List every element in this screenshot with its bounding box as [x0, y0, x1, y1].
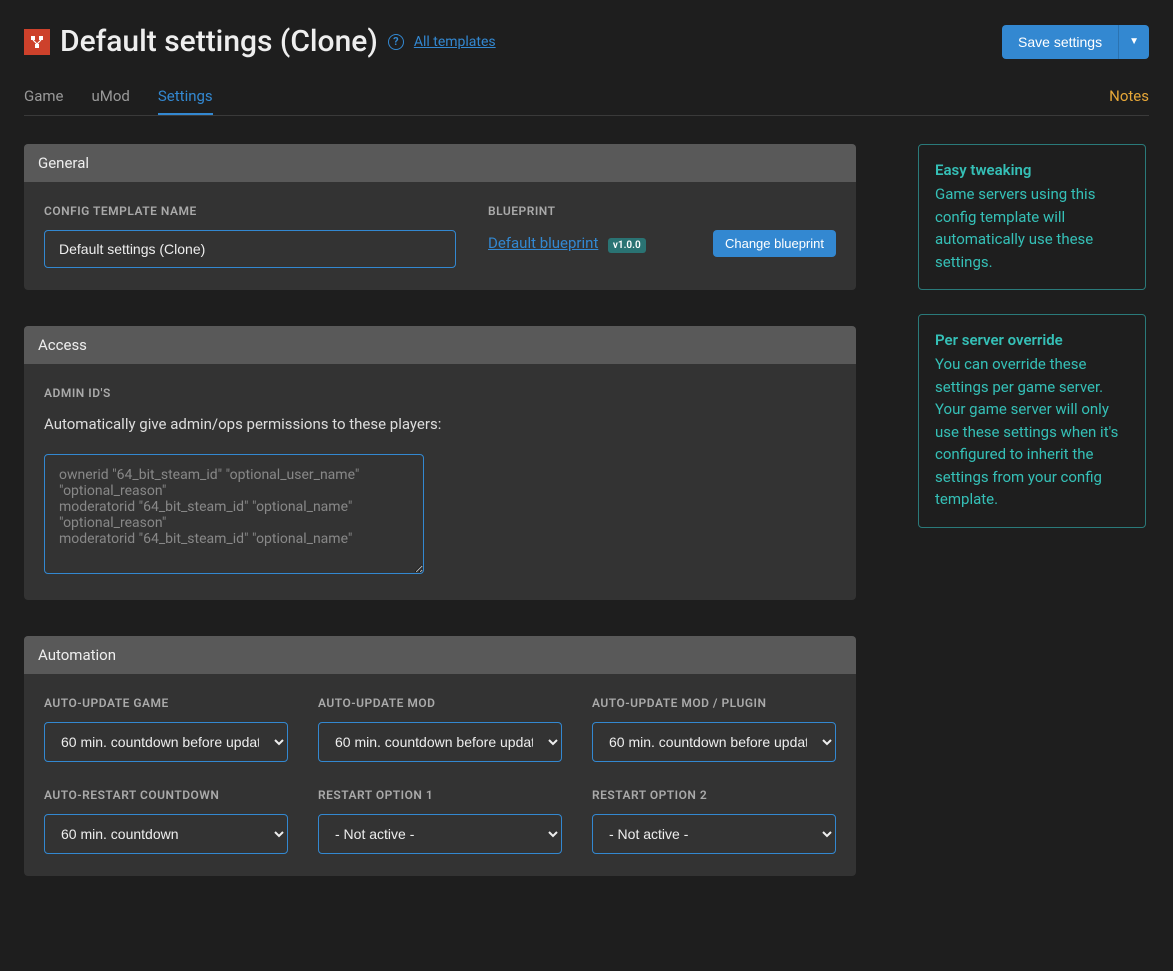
info-per-server-override-title: Per server override: [935, 331, 1129, 349]
info-easy-tweaking-title: Easy tweaking: [935, 161, 1129, 179]
tabs-left: Game uMod Settings: [24, 79, 213, 115]
panel-automation-header: Automation: [24, 636, 856, 674]
auto-update-game-select[interactable]: 60 min. countdown before update: [44, 722, 288, 762]
panel-access-body: ADMIN ID'S Automatically give admin/ops …: [24, 364, 856, 600]
info-easy-tweaking-body: Game servers using this config template …: [935, 183, 1129, 273]
restart-option-2-select[interactable]: - Not active -: [592, 814, 836, 854]
restart-option-1-select[interactable]: - Not active -: [318, 814, 562, 854]
content-area: General CONFIG TEMPLATE NAME BLUEPRINT D…: [24, 144, 1149, 912]
info-per-server-override-body: You can override these settings per game…: [935, 353, 1129, 511]
auto-update-mod-select[interactable]: 60 min. countdown before update: [318, 722, 562, 762]
auto-update-mod-plugin-label: AUTO-UPDATE MOD / PLUGIN: [592, 696, 836, 710]
restart-option-2-label: RESTART OPTION 2: [592, 788, 836, 802]
page-header: Default settings (Clone) ? All templates…: [24, 24, 1149, 59]
panel-access: Access ADMIN ID'S Automatically give adm…: [24, 326, 856, 600]
panel-general-header: General: [24, 144, 856, 182]
info-per-server-override: Per server override You can override the…: [918, 314, 1146, 528]
auto-update-mod-label: AUTO-UPDATE MOD: [318, 696, 562, 710]
panel-automation-body: AUTO-UPDATE GAME 60 min. countdown befor…: [24, 674, 856, 876]
app-icon: [24, 29, 50, 55]
save-settings-dropdown[interactable]: ▼: [1118, 25, 1149, 59]
config-name-input[interactable]: [44, 230, 456, 268]
header-left: Default settings (Clone) ? All templates: [24, 24, 496, 59]
panel-general-body: CONFIG TEMPLATE NAME BLUEPRINT Default b…: [24, 182, 856, 290]
tab-settings[interactable]: Settings: [158, 79, 213, 115]
tab-umod[interactable]: uMod: [92, 79, 130, 115]
blueprint-link[interactable]: Default blueprint: [488, 234, 598, 252]
all-templates-link[interactable]: All templates: [414, 34, 496, 50]
admin-ids-textarea[interactable]: [44, 454, 424, 574]
panel-general: General CONFIG TEMPLATE NAME BLUEPRINT D…: [24, 144, 856, 290]
auto-restart-countdown-select[interactable]: 60 min. countdown: [44, 814, 288, 854]
blueprint-version-badge: v1.0.0: [608, 238, 646, 253]
config-name-label: CONFIG TEMPLATE NAME: [44, 204, 456, 218]
sidebar-column: Easy tweaking Game servers using this co…: [918, 144, 1146, 912]
info-easy-tweaking: Easy tweaking Game servers using this co…: [918, 144, 1146, 290]
save-settings-group: Save settings ▼: [1002, 25, 1149, 59]
panel-automation: Automation AUTO-UPDATE GAME 60 min. coun…: [24, 636, 856, 876]
auto-update-mod-plugin-select[interactable]: 60 min. countdown before update: [592, 722, 836, 762]
save-settings-button[interactable]: Save settings: [1002, 25, 1118, 59]
panel-access-header: Access: [24, 326, 856, 364]
main-column: General CONFIG TEMPLATE NAME BLUEPRINT D…: [24, 144, 856, 912]
blueprint-label: BLUEPRINT: [488, 204, 836, 218]
page-title: Default settings (Clone): [60, 24, 378, 59]
auto-update-game-label: AUTO-UPDATE GAME: [44, 696, 288, 710]
help-icon[interactable]: ?: [388, 34, 404, 50]
admin-ids-description: Automatically give admin/ops permissions…: [44, 412, 836, 436]
auto-restart-countdown-label: AUTO-RESTART COUNTDOWN: [44, 788, 288, 802]
tab-notes[interactable]: Notes: [1109, 79, 1149, 115]
tab-game[interactable]: Game: [24, 79, 64, 115]
tab-bar: Game uMod Settings Notes: [24, 79, 1149, 116]
admin-ids-label: ADMIN ID'S: [44, 386, 836, 400]
change-blueprint-button[interactable]: Change blueprint: [713, 230, 836, 257]
restart-option-1-label: RESTART OPTION 1: [318, 788, 562, 802]
